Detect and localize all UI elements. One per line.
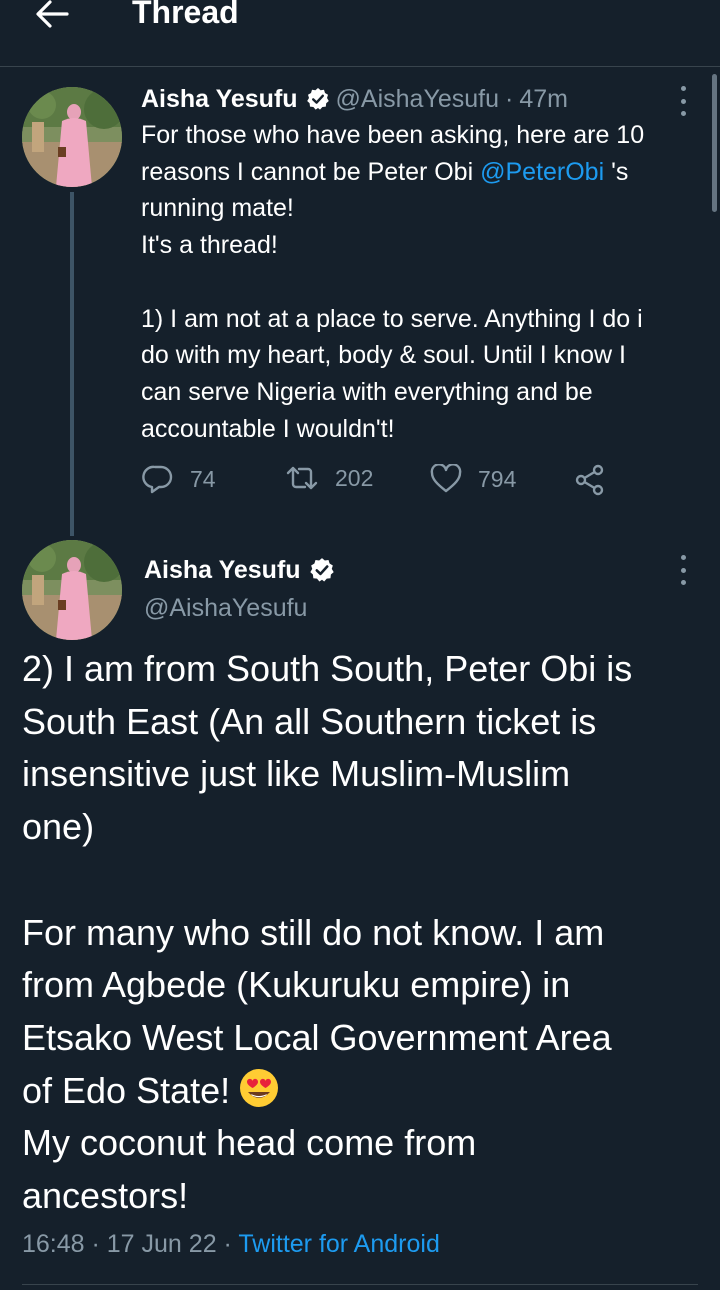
tweet-source-link[interactable]: Twitter for Android: [238, 1230, 439, 1258]
verified-badge-icon: [309, 557, 335, 583]
tweet-line: For those who have been asking, here are…: [141, 121, 645, 149]
tweet-line: can serve Nigeria with everything and be: [141, 377, 593, 406]
arrow-left-icon: [36, 0, 69, 28]
tweet-line: running mate!: [141, 194, 294, 223]
reply-button[interactable]: 74: [142, 464, 216, 494]
more-dot: [680, 555, 686, 560]
heart-icon: [430, 464, 462, 493]
tweet-line: reasons I cannot be Peter Obi @PeterObi …: [141, 154, 701, 191]
retweet-icon: [286, 466, 318, 490]
tweet-line: South East (An all Southern ticket is: [22, 700, 597, 742]
tweet-line: do with my heart, body & soul. Until I k…: [141, 341, 626, 370]
tweet-line-text: reasons I cannot be Peter Obi: [141, 157, 474, 186]
more-dot: [680, 111, 686, 116]
author-handle[interactable]: @AishaYesufu: [336, 85, 499, 114]
reply-icon: [142, 465, 173, 494]
heart-eyes-emoji-icon: [238, 1067, 280, 1109]
more-dot: [680, 580, 686, 585]
tweet-line: It's a thread!: [141, 231, 278, 260]
tweet-line: one): [22, 806, 95, 848]
tweet-line: 2) I am from South South, Peter Obi is: [22, 648, 633, 689]
top-bar: Thread: [0, 0, 720, 67]
tweet-line-text: of Edo State!: [22, 1069, 231, 1111]
thread-connector-line: [70, 192, 74, 536]
tweet-line: ancestors!: [22, 1175, 189, 1217]
avatar[interactable]: [22, 87, 122, 187]
tweet-meta: 16:48 · 17 Jun 22 · Twitter for Android: [22, 1230, 440, 1259]
tweet-1-actions: 74 202 794: [142, 464, 622, 500]
share-icon: [575, 464, 604, 496]
tweet-2-text: 2) I am from South South, Peter Obi is S…: [22, 643, 712, 1223]
divider: [22, 1284, 698, 1285]
tweet-1-text: For those who have been asking, here are…: [141, 117, 701, 447]
more-dot: [680, 567, 686, 573]
mention-suffix: 's: [611, 157, 629, 186]
separator-dot: ·: [505, 84, 514, 113]
like-button[interactable]: 794: [430, 464, 516, 494]
tweet-timestamp[interactable]: 16:48 · 17 Jun 22: [22, 1230, 217, 1258]
scrollbar[interactable]: [712, 74, 717, 212]
tweet-line: from Agbede (Kukuruku empire) in: [22, 964, 571, 1006]
meta-separator: ·: [223, 1230, 232, 1258]
like-count: 794: [478, 465, 517, 492]
page-title: Thread: [132, 0, 239, 30]
tweet-line: insensitive just like Muslim-Muslim: [22, 753, 571, 795]
retweet-count: 202: [335, 464, 374, 491]
tweet-line: accountable I wouldn't!: [141, 414, 395, 443]
tweet-line: My coconut head come from: [22, 1122, 477, 1164]
more-dot: [680, 98, 686, 104]
tweet-line: Etsako West Local Government Area: [22, 1016, 612, 1058]
mention-link[interactable]: @PeterObi: [480, 158, 604, 186]
author-name[interactable]: Aisha Yesufu: [141, 85, 298, 114]
author-handle[interactable]: @AishaYesufu: [144, 594, 307, 623]
author-name[interactable]: Aisha Yesufu: [144, 556, 301, 585]
tweet-line: 1) I am not at a place to serve. Anythin…: [141, 304, 643, 333]
tweet-2-header: Aisha Yesufu: [144, 553, 341, 587]
tweet-line: For many who still do not know. I am: [22, 911, 605, 953]
more-options-button[interactable]: [673, 555, 693, 585]
retweet-button[interactable]: 202: [285, 464, 373, 492]
more-options-button[interactable]: [673, 86, 693, 116]
share-button[interactable]: [574, 464, 622, 496]
back-button[interactable]: [30, 0, 74, 36]
reply-count: 74: [190, 465, 216, 492]
tweet-time[interactable]: 47m: [519, 85, 568, 114]
verified-badge-icon: [306, 87, 330, 111]
tweet-1-header: Aisha Yesufu @AishaYesufu · 47m: [141, 83, 568, 115]
more-dot: [680, 86, 686, 91]
tweet-line: of Edo State!: [22, 1065, 712, 1118]
avatar[interactable]: [22, 540, 122, 640]
